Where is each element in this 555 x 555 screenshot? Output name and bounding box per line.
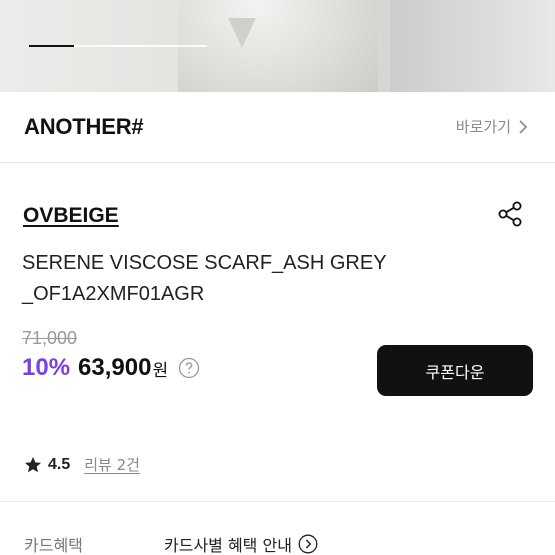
shop-link-button[interactable]: 바로가기 — [456, 116, 529, 137]
card-benefit-row: 카드혜택 카드사별 혜택 안내 — [0, 522, 555, 555]
share-icon[interactable] — [496, 200, 524, 228]
coupon-download-button[interactable]: 쿠폰다운 — [377, 345, 533, 396]
sale-price: 63,900 — [78, 354, 152, 381]
brand-name[interactable]: OVBEIGE — [23, 204, 119, 228]
chevron-right-icon — [519, 119, 528, 134]
card-benefit-link-label: 카드사별 혜택 안내 — [164, 536, 292, 555]
discount-rate: 10% — [22, 354, 71, 381]
shop-header: ANOTHER# 바로가기 — [0, 92, 555, 162]
product-title-line-2: _OF1A2XMF01AGR — [22, 283, 205, 305]
carousel-progress-track — [29, 45, 207, 47]
scarf-fold — [228, 18, 256, 48]
shop-link-label: 바로가기 — [455, 118, 511, 136]
carousel-progress-fill — [29, 45, 74, 47]
rating-row: 4.5 리뷰 2건 — [24, 454, 140, 475]
divider — [0, 162, 555, 163]
currency-unit: 원 — [152, 360, 169, 381]
card-benefit-label: 카드혜택 — [24, 536, 83, 555]
review-count-link[interactable]: 리뷰 2건 — [84, 454, 140, 475]
star-icon — [25, 456, 41, 472]
question-circle-icon[interactable] — [178, 357, 200, 379]
product-title: SERENE VISCOSE SCARF_ASH GREY _OF1A2XMF0… — [22, 248, 492, 310]
card-benefit-link[interactable]: 카드사별 혜택 안내 — [164, 532, 318, 555]
product-title-line-1: SERENE VISCOSE SCARF_ASH GREY — [22, 252, 387, 274]
price-row: 10% 63,900 원 — [22, 354, 200, 382]
original-price: 71,000 — [22, 328, 78, 348]
divider — [0, 501, 555, 502]
photo-shade — [390, 0, 555, 92]
shop-logo[interactable]: ANOTHER# — [24, 114, 144, 140]
product-image-carousel[interactable] — [0, 0, 555, 92]
rating-score: 4.5 — [48, 455, 71, 473]
product-photo — [178, 0, 378, 92]
chevron-circle-right-icon — [298, 534, 318, 554]
